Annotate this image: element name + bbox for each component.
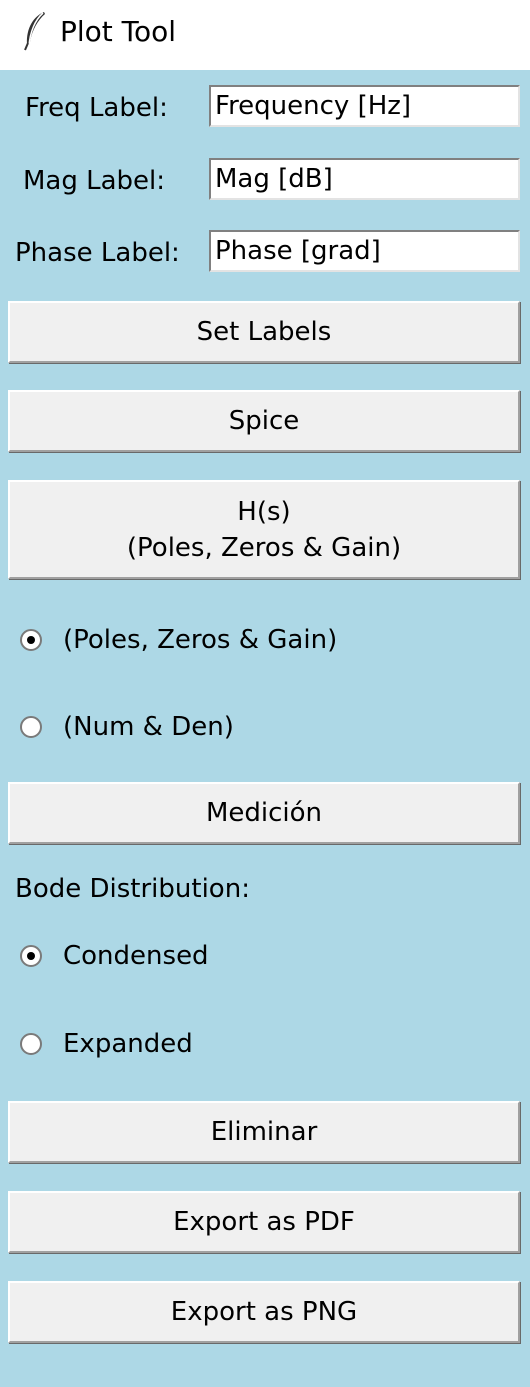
radio-selected-icon[interactable] [20,629,42,651]
radio-unselected-icon[interactable] [20,716,42,738]
export-png-button[interactable]: Export as PNG [8,1281,520,1343]
phase-label: Phase Label: [15,238,180,268]
medicion-button[interactable]: Medición [8,782,520,844]
mag-label-field[interactable] [209,158,520,200]
export-pdf-button-label: Export as PDF [173,1207,355,1237]
export-png-button-label: Export as PNG [170,1297,358,1327]
freq-label-field[interactable] [209,85,520,127]
spice-button[interactable]: Spice [8,390,520,452]
set-labels-button[interactable]: Set Labels [8,301,520,363]
hs-button-label-line1: H(s) [237,496,291,527]
set-labels-button-label: Set Labels [196,317,332,347]
freq-label: Freq Label: [25,93,168,123]
radio-condensed-label: Condensed [63,941,209,971]
radio-poles-zeros-gain-label: (Poles, Zeros & Gain) [63,625,338,655]
hs-poles-zeros-gain-button[interactable]: H(s) (Poles, Zeros & Gain) [8,480,520,579]
window-title: Plot Tool [60,15,177,48]
bode-distribution-heading: Bode Distribution: [15,874,250,904]
eliminar-button[interactable]: Eliminar [8,1101,520,1163]
radio-expanded-label: Expanded [63,1029,193,1059]
radio-num-den[interactable]: (Num & Den) [20,707,234,747]
hs-button-label-line2: (Poles, Zeros & Gain) [126,532,402,563]
spice-button-label: Spice [228,406,300,436]
title-bar: Plot Tool [0,0,530,70]
radio-condensed[interactable]: Condensed [20,936,209,976]
radio-poles-zeros-gain[interactable]: (Poles, Zeros & Gain) [20,620,337,660]
phase-label-field[interactable] [209,230,520,272]
radio-selected-icon[interactable] [20,945,42,967]
medicion-button-label: Medición [205,798,323,828]
radio-num-den-label: (Num & Den) [63,712,234,742]
mag-label: Mag Label: [23,166,166,196]
feather-icon [24,12,45,51]
eliminar-button-label: Eliminar [210,1117,318,1147]
export-pdf-button[interactable]: Export as PDF [8,1191,520,1253]
radio-unselected-icon[interactable] [20,1033,42,1055]
radio-expanded[interactable]: Expanded [20,1024,193,1064]
